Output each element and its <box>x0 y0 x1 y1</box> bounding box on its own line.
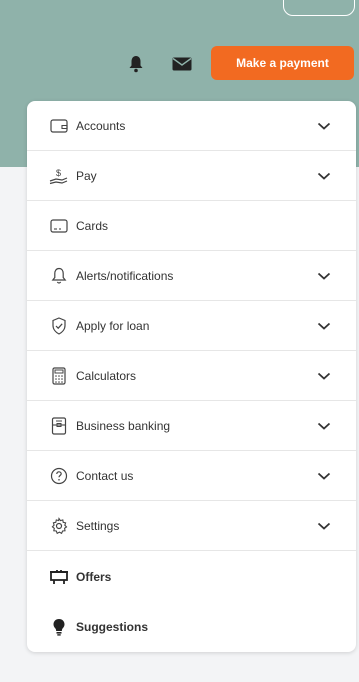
menu-item-settings[interactable]: Settings <box>27 501 356 551</box>
gear-icon <box>49 516 69 536</box>
menu-item-label: Pay <box>76 168 97 183</box>
menu-item-label: Alerts/notifications <box>76 268 174 283</box>
chevron-down-icon[interactable] <box>317 471 331 481</box>
question-circle-icon <box>49 466 69 486</box>
menu-item-label: Contact us <box>76 468 134 483</box>
calculator-icon <box>49 366 69 386</box>
menu-item-label: Accounts <box>76 118 126 133</box>
menu-item-apply-loan[interactable]: Apply for loan <box>27 301 356 351</box>
bell-icon <box>49 266 69 286</box>
menu-item-label: Business banking <box>76 418 171 433</box>
briefcase-icon <box>49 416 69 436</box>
menu-item-label: Settings <box>76 518 120 533</box>
hand-money-icon: $ <box>49 166 69 186</box>
menu-item-label: Apply for loan <box>76 318 150 333</box>
svg-text:$: $ <box>56 168 61 178</box>
lightbulb-icon <box>49 617 69 637</box>
envelope-icon[interactable] <box>172 57 192 71</box>
menu-item-pay[interactable]: $ Pay <box>27 151 356 201</box>
chevron-down-icon[interactable] <box>317 171 331 181</box>
menu-item-contact-us[interactable]: Contact us <box>27 451 356 501</box>
menu-item-label: Suggestions <box>76 620 149 634</box>
wallet-icon <box>49 116 69 136</box>
menu-item-calculators[interactable]: Calculators <box>27 351 356 401</box>
navigation-menu: Accounts $ Pay Cards Alerts/notification… <box>27 101 356 652</box>
make-payment-button[interactable]: Make a payment <box>211 46 354 80</box>
header-outline-button[interactable] <box>283 0 355 16</box>
chevron-down-icon[interactable] <box>317 521 331 531</box>
chevron-down-icon[interactable] <box>317 421 331 431</box>
menu-item-label: Cards <box>76 218 109 233</box>
shield-check-icon <box>49 316 69 336</box>
bell-icon[interactable] <box>128 55 144 73</box>
chevron-down-icon[interactable] <box>317 271 331 281</box>
menu-item-cards[interactable]: Cards <box>27 201 356 251</box>
menu-item-label: Calculators <box>76 368 137 383</box>
chevron-down-icon[interactable] <box>317 321 331 331</box>
menu-item-label: Offers <box>76 570 112 584</box>
menu-item-offers[interactable]: Offers <box>27 552 356 602</box>
chevron-down-icon[interactable] <box>317 121 331 131</box>
card-icon <box>49 216 69 236</box>
menu-item-business-banking[interactable]: Business banking <box>27 401 356 451</box>
menu-item-alerts[interactable]: Alerts/notifications <box>27 251 356 301</box>
menu-item-suggestions[interactable]: Suggestions <box>27 602 356 652</box>
chevron-down-icon[interactable] <box>317 371 331 381</box>
offers-board-icon <box>49 567 69 587</box>
menu-item-accounts[interactable]: Accounts <box>27 101 356 151</box>
